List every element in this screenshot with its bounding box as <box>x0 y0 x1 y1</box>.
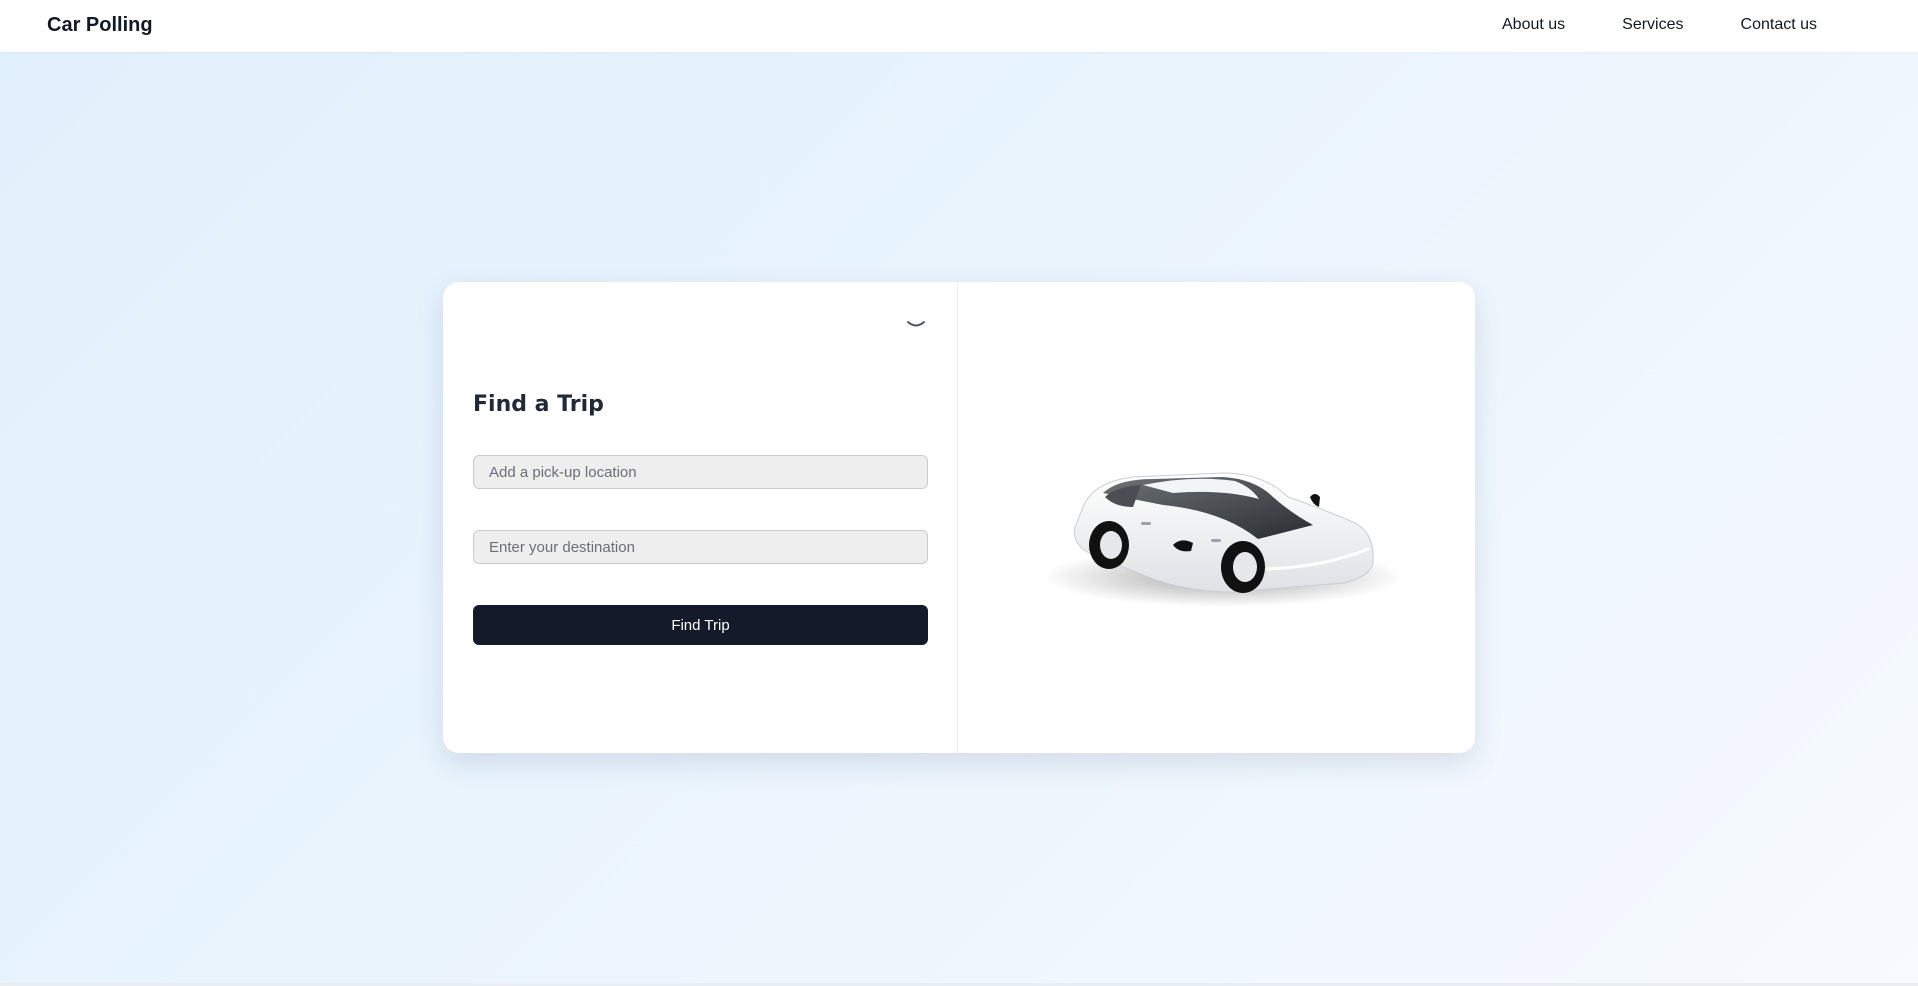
chevron-down-icon[interactable] <box>905 318 927 332</box>
car-illustration <box>1023 427 1403 617</box>
destination-input[interactable] <box>473 530 928 564</box>
form-title: Find a Trip <box>473 392 604 417</box>
nav-link-about[interactable]: About us <box>1502 16 1565 34</box>
nav-links: About us Services Contact us <box>1502 16 1817 34</box>
brand-logo[interactable]: Car Polling <box>47 14 153 37</box>
pickup-location-input[interactable] <box>473 455 928 489</box>
find-trip-button[interactable]: Find Trip <box>473 605 928 645</box>
nav-link-contact[interactable]: Contact us <box>1741 16 1817 34</box>
top-navbar: Car Polling About us Services Contact us <box>0 0 1918 52</box>
trip-form-panel: Find a Trip Find Trip <box>443 282 958 753</box>
nav-link-services[interactable]: Services <box>1622 16 1683 34</box>
trip-card: Find a Trip Find Trip <box>443 282 1475 753</box>
